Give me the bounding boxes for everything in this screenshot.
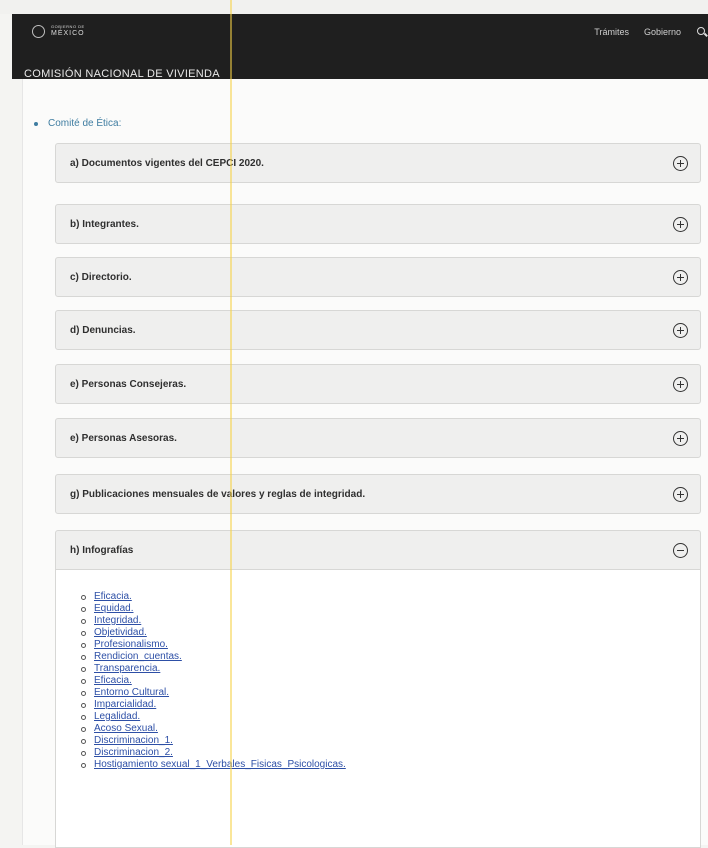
accordion-item-d: d) Denuncias. (55, 310, 701, 350)
infografia-link[interactable]: Rendicion_cuentas. (94, 651, 182, 663)
accordion-title: d) Denuncias. (70, 324, 136, 336)
list-item: Discriminacion_2. (81, 747, 700, 759)
plus-circle-icon[interactable] (673, 322, 688, 338)
logo-line-2: MÉXICO (51, 30, 85, 37)
nav-gobierno[interactable]: Gobierno (644, 27, 681, 37)
accordion-header[interactable]: e) Personas Consejeras. (55, 364, 701, 404)
accordion-panel: Eficacia. Equidad. Integridad. Objetivid… (55, 570, 701, 848)
accordion-item-g: g) Publicaciones mensuales de valores y … (55, 474, 701, 514)
bullet-icon (81, 594, 86, 600)
accordion-title: e) Personas Asesoras. (70, 432, 177, 444)
accordion-title: g) Publicaciones mensuales de valores y … (70, 488, 366, 500)
accordion-item-h: h) Infografías Eficacia. Equidad. Integr… (55, 530, 701, 848)
list-item: Discriminacion_1. (81, 735, 700, 747)
list-item: Equidad. (81, 603, 700, 615)
accordion-item-e-consejeras: e) Personas Consejeras. (55, 364, 701, 404)
infografias-list: Eficacia. Equidad. Integridad. Objetivid… (81, 591, 700, 771)
accordion-header[interactable]: c) Directorio. (55, 257, 701, 297)
bullet-icon (81, 738, 86, 744)
yellow-guide-line (230, 0, 232, 845)
list-item: Entorno Cultural. (81, 687, 700, 699)
accordion-item-b: b) Integrantes. (55, 204, 701, 244)
search-icon[interactable] (696, 24, 708, 40)
list-item: Integridad. (81, 615, 700, 627)
bullet-icon (34, 121, 38, 126)
infografia-link[interactable]: Eficacia. (94, 675, 132, 687)
infografia-link[interactable]: Legalidad. (94, 711, 140, 723)
list-item: Acoso Sexual. (81, 723, 700, 735)
list-item: Hostigamiento sexual_1_Verbales_Fisicas_… (81, 759, 700, 771)
accordion-title: b) Integrantes. (70, 218, 139, 230)
bullet-icon (81, 690, 86, 696)
accordion-header[interactable]: a) Documentos vigentes del CEPCI 2020. (55, 143, 701, 183)
plus-circle-icon[interactable] (673, 430, 688, 446)
committee-item[interactable]: Comité de Ética: (34, 118, 121, 129)
bullet-icon (81, 762, 86, 768)
infografia-link[interactable]: Objetividad. (94, 627, 147, 639)
plus-circle-icon[interactable] (673, 269, 688, 285)
page-top-edge (0, 0, 708, 14)
infografia-link[interactable]: Equidad. (94, 603, 133, 615)
accordion-title: h) Infografías (70, 544, 134, 556)
accordion-header[interactable]: b) Integrantes. (55, 204, 701, 244)
bullet-icon (81, 666, 86, 672)
accordion-header[interactable]: h) Infografías (55, 530, 701, 570)
accordion-title: a) Documentos vigentes del CEPCI 2020. (70, 157, 264, 169)
accordion-title: e) Personas Consejeras. (70, 378, 187, 390)
accordion-header[interactable]: e) Personas Asesoras. (55, 418, 701, 458)
logo-line-1: GOBIERNO DE (51, 24, 85, 29)
list-item: Eficacia. (81, 591, 700, 603)
list-item: Profesionalismo. (81, 639, 700, 651)
accordion-header[interactable]: g) Publicaciones mensuales de valores y … (55, 474, 701, 514)
bullet-icon (81, 714, 86, 720)
accordion-item-e-asesoras: e) Personas Asesoras. (55, 418, 701, 458)
bullet-icon (81, 654, 86, 660)
list-item: Legalidad. (81, 711, 700, 723)
list-item: Rendicion_cuentas. (81, 651, 700, 663)
bullet-icon (81, 606, 86, 612)
minus-circle-icon[interactable] (673, 542, 688, 558)
bullet-icon (81, 750, 86, 756)
infografia-link[interactable]: Transparencia. (94, 663, 160, 675)
infografia-link[interactable]: Profesionalismo. (94, 639, 168, 651)
accordion-item-c: c) Directorio. (55, 257, 701, 297)
infografia-link[interactable]: Discriminacion_2. (94, 747, 173, 759)
infografia-link[interactable]: Integridad. (94, 615, 141, 627)
plus-circle-icon[interactable] (673, 155, 688, 171)
bullet-icon (81, 618, 86, 624)
infografia-link[interactable]: Discriminacion_1. (94, 735, 173, 747)
plus-circle-icon[interactable] (673, 376, 688, 392)
bullet-icon (81, 630, 86, 636)
list-item: Transparencia. (81, 663, 700, 675)
bullet-icon (81, 642, 86, 648)
infografia-link[interactable]: Hostigamiento sexual_1_Verbales_Fisicas_… (94, 759, 346, 771)
committee-label: Comité de Ética: (48, 118, 122, 129)
nav-tramites[interactable]: Trámites (594, 27, 629, 37)
gobierno-logo[interactable]: GOBIERNO DE MÉXICO (32, 22, 85, 40)
logo-text: GOBIERNO DE MÉXICO (51, 24, 85, 38)
infografia-link[interactable]: Entorno Cultural. (94, 687, 169, 699)
bullet-icon (81, 702, 86, 708)
plus-circle-icon[interactable] (673, 216, 688, 232)
list-item: Objetividad. (81, 627, 700, 639)
accordion-header[interactable]: d) Denuncias. (55, 310, 701, 350)
list-item: Imparcialidad. (81, 699, 700, 711)
infografia-link[interactable]: Acoso Sexual. (94, 723, 158, 735)
accordion-item-a: a) Documentos vigentes del CEPCI 2020. (55, 143, 701, 183)
site-header: GOBIERNO DE MÉXICO Trámites Gobierno COM… (12, 14, 708, 80)
infografia-link[interactable]: Imparcialidad. (94, 699, 156, 711)
bullet-icon (81, 678, 86, 684)
bullet-icon (81, 726, 86, 732)
accordion-title: c) Directorio. (70, 271, 132, 283)
list-item: Eficacia. (81, 675, 700, 687)
top-nav: Trámites Gobierno (594, 24, 708, 40)
plus-circle-icon[interactable] (673, 486, 688, 502)
seal-icon (32, 24, 45, 38)
infografia-link[interactable]: Eficacia. (94, 591, 132, 603)
